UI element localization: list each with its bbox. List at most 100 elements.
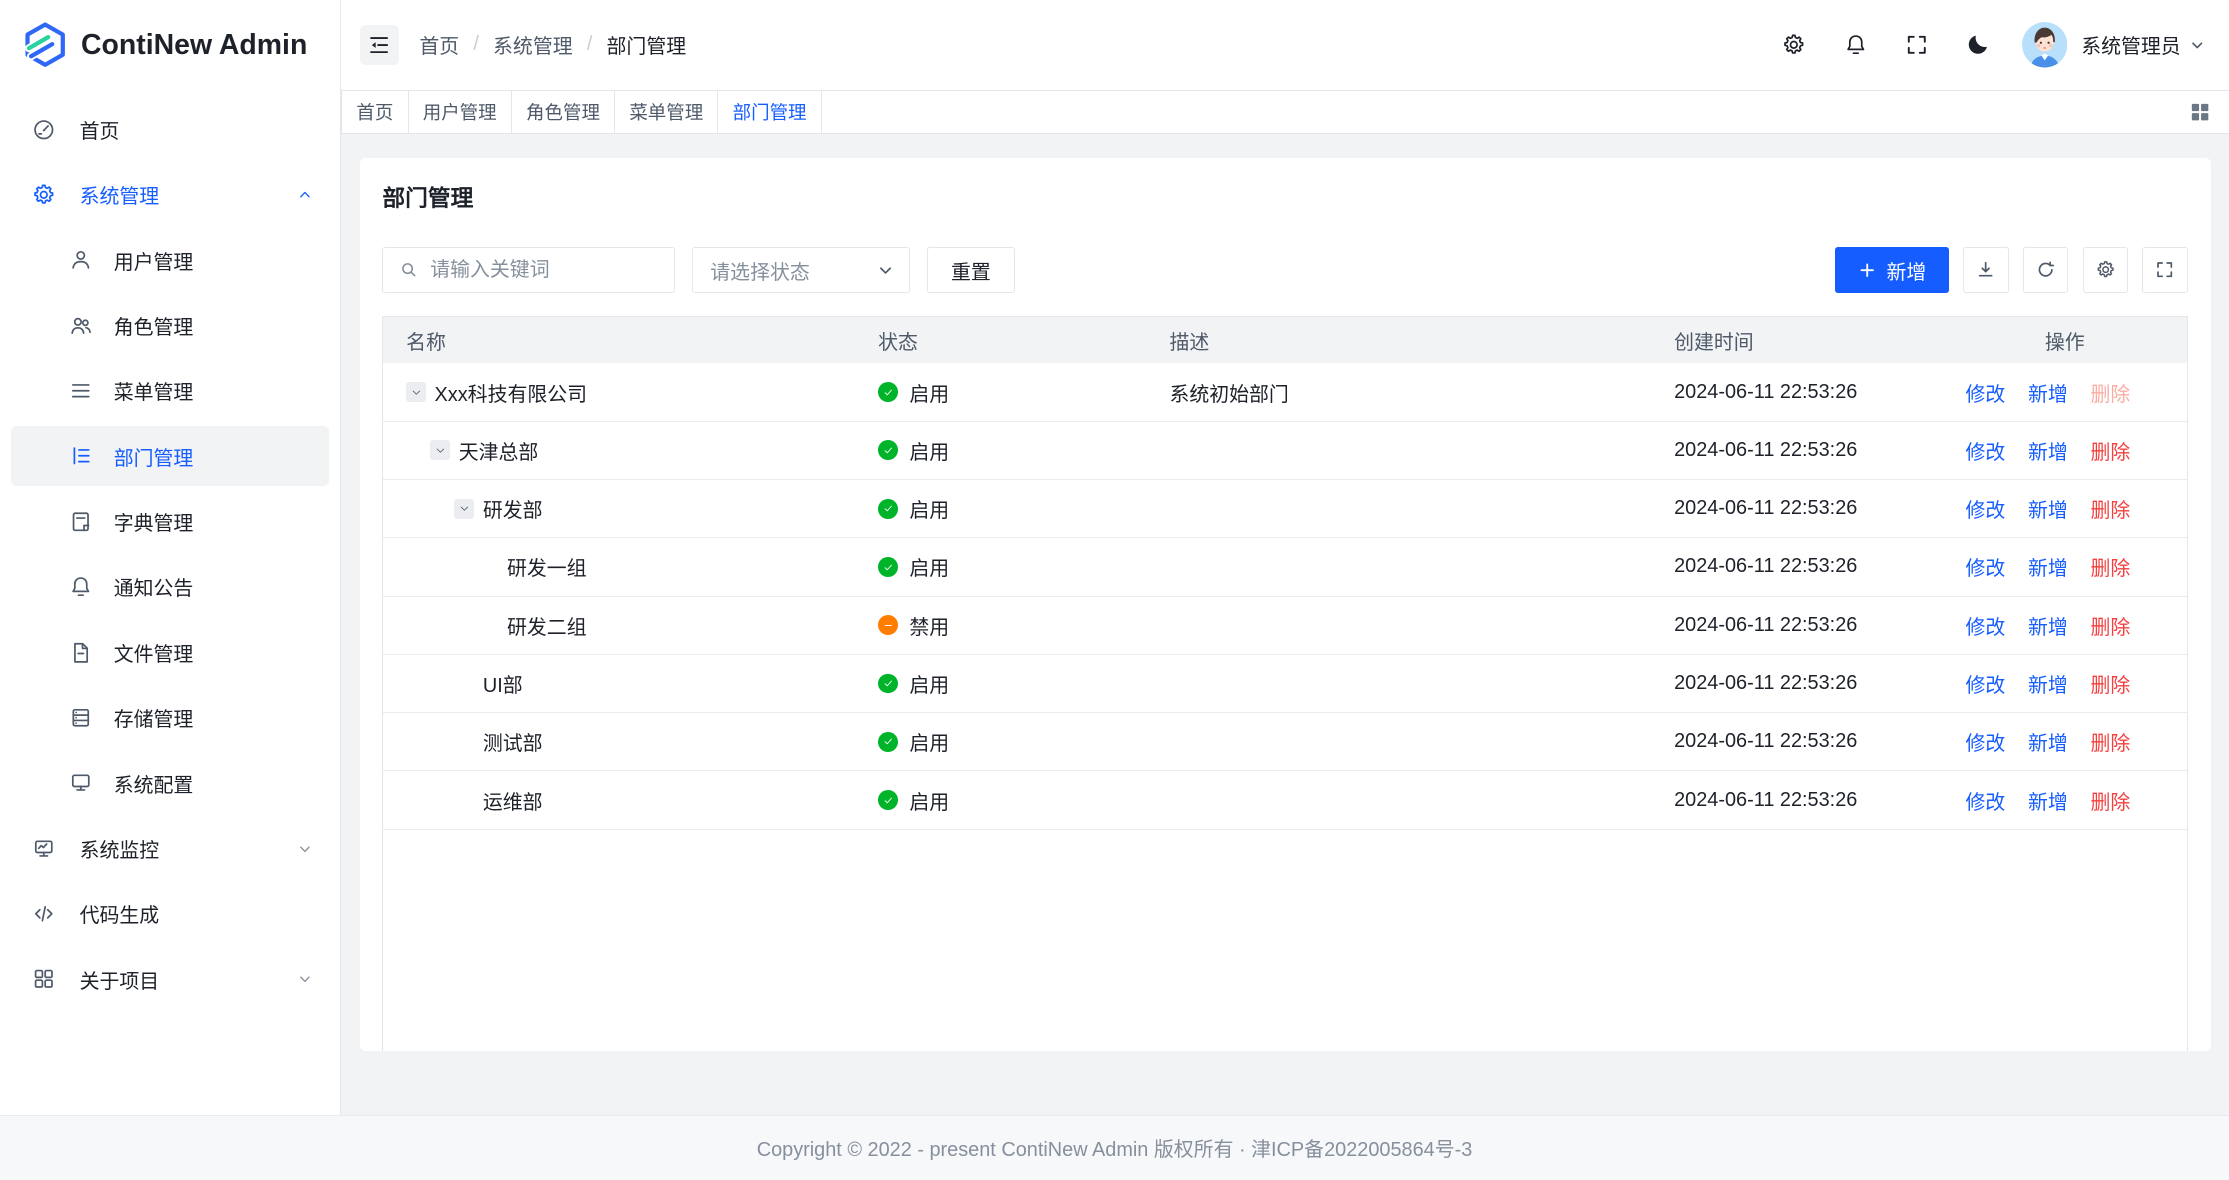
moon-icon[interactable] [1965,32,1991,58]
edit-link[interactable]: 修改 [1966,669,2006,698]
add-link[interactable]: 新增 [2028,436,2068,465]
sidebar-item-label: 系统监控 [80,834,295,863]
tab-首页[interactable]: 首页 [341,91,408,133]
description-cell: 系统初始部门 [1147,363,1652,420]
chevron-up-icon [295,185,315,205]
delete-link[interactable]: 删除 [2091,494,2131,523]
add-link[interactable]: 新增 [2028,611,2068,640]
bell-icon [68,574,94,600]
add-link[interactable]: 新增 [2028,669,2068,698]
edit-link[interactable]: 修改 [1966,436,2006,465]
edit-link[interactable]: 修改 [1966,552,2006,581]
dept-card: 部门管理 请选择状态 重置 [360,158,2211,1051]
sidebar-item-角色管理[interactable]: 角色管理 [11,296,328,356]
grid-icon[interactable] [2188,100,2212,124]
avatar[interactable] [2022,22,2067,67]
table-row: Xxx科技有限公司启用系统初始部门2024-06-11 22:53:26修改新增… [383,363,2186,421]
delete-link[interactable]: 删除 [2091,786,2131,815]
edit-link[interactable]: 修改 [1966,378,2006,407]
status-cell: 启用 [855,771,1146,828]
sidebar-item-文件管理[interactable]: 文件管理 [11,622,328,682]
refresh-icon[interactable] [2023,247,2068,292]
breadcrumb-current: 部门管理 [607,30,687,59]
sidebar-item-通知公告[interactable]: 通知公告 [11,557,328,617]
add-link[interactable]: 新增 [2028,494,2068,523]
add-button[interactable]: 新增 [1835,247,1949,292]
sidebar-item-代码生成[interactable]: 代码生成 [11,884,328,944]
main-area: 首页 / 系统管理 / 部门管理 [341,0,2229,1180]
table-header: 名称状态描述创建时间操作 [383,317,2186,364]
header-actions: 系统管理员 [1746,22,2206,67]
delete-link[interactable]: 删除 [2091,378,2131,407]
tab-部门管理[interactable]: 部门管理 [718,91,821,133]
apps-icon [31,966,57,992]
breadcrumb-separator: / [473,33,479,56]
expand-icon[interactable] [2142,247,2187,292]
monitor-icon [68,770,94,796]
page-title: 部门管理 [382,158,2187,215]
dept-name-cell: Xxx科技有限公司 [383,363,855,420]
breadcrumb-home[interactable]: 首页 [419,30,459,59]
add-link[interactable]: 新增 [2028,378,2068,407]
sidebar-item-菜单管理[interactable]: 菜单管理 [11,361,328,421]
fullscreen-icon[interactable] [1904,32,1930,58]
edit-link[interactable]: 修改 [1966,611,2006,640]
tab-用户管理[interactable]: 用户管理 [409,91,512,133]
search-input[interactable] [430,259,660,282]
created-time-cell: 2024-06-11 22:53:26 [1651,713,1942,770]
sidebar-item-字典管理[interactable]: 字典管理 [11,492,328,552]
add-link[interactable]: 新增 [2028,552,2068,581]
sidebar-item-首页[interactable]: 首页 [11,99,328,159]
download-icon[interactable] [1963,247,2008,292]
edit-link[interactable]: 修改 [1966,494,2006,523]
reset-button[interactable]: 重置 [927,247,1015,292]
sidebar-item-系统监控[interactable]: 系统监控 [11,819,328,879]
expand-caret-icon[interactable] [454,499,474,519]
sidebar-item-系统配置[interactable]: 系统配置 [11,753,328,813]
delete-link[interactable]: 删除 [2091,611,2131,640]
delete-link[interactable]: 删除 [2091,436,2131,465]
add-link[interactable]: 新增 [2028,786,2068,815]
add-link[interactable]: 新增 [2028,727,2068,756]
sidebar-item-label: 菜单管理 [114,376,315,405]
actions-cell: 修改新增删除 [1943,597,2187,654]
description-cell [1147,597,1652,654]
expand-caret-icon[interactable] [430,440,450,460]
brand[interactable]: ContiNew Admin [0,0,340,91]
users-icon [68,313,94,339]
settings-icon[interactable] [2083,247,2128,292]
sidebar-item-关于项目[interactable]: 关于项目 [11,949,328,1009]
status-label: 启用 [909,727,949,756]
delete-link[interactable]: 删除 [2091,727,2131,756]
breadcrumb-system[interactable]: 系统管理 [493,30,573,59]
dept-name: 天津总部 [459,436,539,465]
sidebar-item-部门管理[interactable]: 部门管理 [11,426,328,486]
edit-link[interactable]: 修改 [1966,786,2006,815]
sidebar-item-存储管理[interactable]: 存储管理 [11,688,328,748]
menu-fold-icon[interactable] [360,25,400,65]
chevron-down-icon[interactable] [2188,36,2206,54]
hexagon-logo-icon [21,21,69,69]
settings-icon[interactable] [1781,32,1807,58]
dept-name: 研发一组 [507,552,587,581]
footer: Copyright © 2022 - present ContiNew Admi… [0,1115,2229,1180]
dept-name-cell: 研发部 [383,480,855,537]
expand-caret-icon[interactable] [406,382,426,402]
delete-link[interactable]: 删除 [2091,669,2131,698]
delete-link[interactable]: 删除 [2091,552,2131,581]
tab-菜单管理[interactable]: 菜单管理 [615,91,718,133]
tab-bar: 首页用户管理角色管理菜单管理部门管理 [341,91,2229,134]
edit-link[interactable]: 修改 [1966,727,2006,756]
bell-icon[interactable] [1843,32,1869,58]
tab-角色管理[interactable]: 角色管理 [512,91,615,133]
breadcrumb: 首页 / 系统管理 / 部门管理 [419,30,686,59]
user-name[interactable]: 系统管理员 [2081,30,2180,59]
sidebar-item-label: 角色管理 [114,311,315,340]
sidebar-item-label: 用户管理 [114,246,315,275]
status-select[interactable]: 请选择状态 [692,247,909,292]
sidebar-item-系统管理[interactable]: 系统管理 [11,165,328,225]
status-label: 启用 [909,494,949,523]
sidebar-item-用户管理[interactable]: 用户管理 [11,230,328,290]
status-check-icon [878,790,898,810]
storage-icon [68,705,94,731]
